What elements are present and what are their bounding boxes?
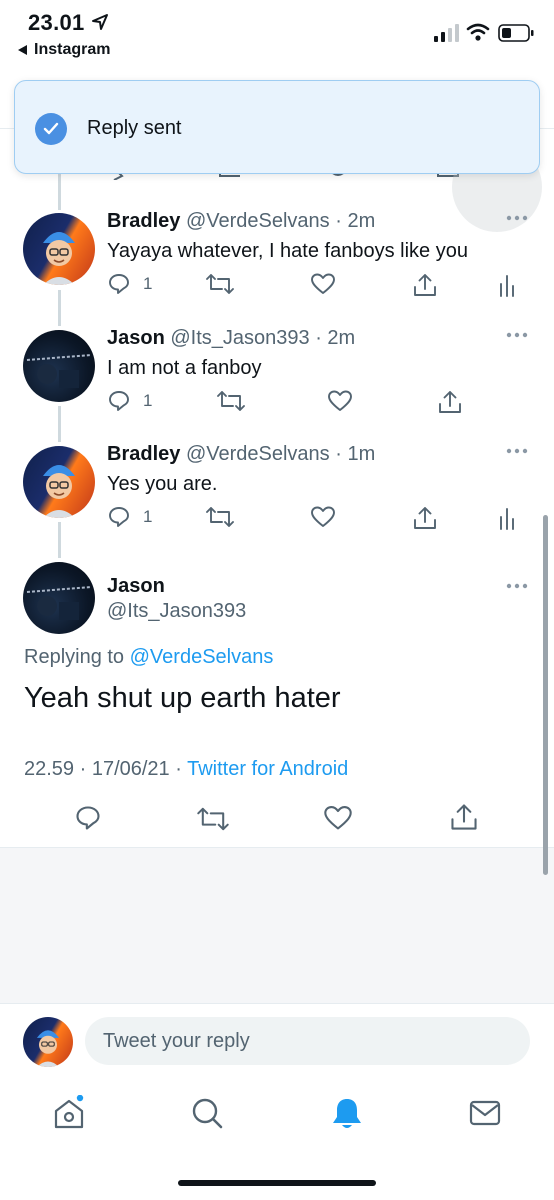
reply-button[interactable]: 1	[107, 389, 152, 413]
search-icon[interactable]	[190, 1095, 224, 1131]
toast-message: Reply sent	[87, 117, 182, 139]
tweet-time: · 1m	[335, 443, 376, 465]
replying-prefix: Replying to	[24, 646, 125, 668]
replying-to: Replying to @VerdeSelvans	[24, 646, 273, 669]
reply-count: 1	[143, 274, 153, 293]
tweet-header: Bradley @VerdeSelvans · 1m	[107, 443, 375, 466]
focused-display-name[interactable]: Jason	[107, 575, 165, 598]
thread-line	[58, 174, 61, 210]
cellular-signal-icon	[434, 24, 459, 42]
more-options-icon[interactable]	[505, 582, 529, 590]
tweet-text: Yes you are.	[107, 473, 218, 495]
display-name[interactable]: Bradley	[107, 210, 180, 232]
status-bar: 23.01 Instagram	[0, 0, 554, 70]
handle[interactable]: @VerdeSelvans	[186, 443, 330, 465]
tweet-text: Yayaya whatever, I hate fanboys like you	[107, 240, 468, 262]
tweet-actions: 1	[0, 272, 554, 302]
analytics-icon[interactable]	[498, 272, 518, 298]
messages-mail-icon[interactable]	[468, 1095, 502, 1131]
share-icon[interactable]	[412, 505, 438, 531]
home-icon[interactable]	[52, 1095, 86, 1131]
like-heart-icon[interactable]	[327, 389, 353, 413]
tweet-header: Jason @Its_Jason393 · 2m	[107, 327, 355, 350]
back-app-label: Instagram	[34, 41, 111, 58]
status-time: 23.01	[28, 10, 85, 35]
retweet-icon[interactable]	[205, 505, 235, 529]
tweet-metadata: 22.59 · 17/06/21 · Twitter for Android	[24, 758, 348, 781]
handle[interactable]: @VerdeSelvans	[186, 210, 330, 232]
reply-count: 1	[143, 391, 153, 410]
display-name[interactable]: Jason	[107, 327, 165, 349]
share-icon[interactable]	[437, 389, 463, 415]
focused-handle[interactable]: @Its_Jason393	[107, 600, 246, 623]
tweet-time: · 2m	[335, 210, 376, 232]
reply-button[interactable]: 1	[107, 272, 152, 296]
focused-avatar[interactable]	[23, 562, 95, 634]
more-options-icon[interactable]	[505, 214, 529, 222]
share-icon[interactable]	[412, 272, 438, 298]
like-heart-icon[interactable]	[310, 272, 336, 296]
focused-tweet-text: Yeah shut up earth hater	[24, 682, 341, 714]
share-icon[interactable]	[449, 802, 479, 832]
display-name[interactable]: Bradley	[107, 443, 180, 465]
tweet-actions: 1	[0, 389, 554, 419]
replying-to-link[interactable]: @VerdeSelvans	[130, 646, 274, 668]
like-heart-icon[interactable]	[310, 505, 336, 529]
like-heart-icon[interactable]	[323, 804, 353, 832]
tweet-time: · 2m	[315, 327, 356, 349]
retweet-icon[interactable]	[216, 389, 246, 413]
reply-count: 1	[143, 507, 153, 526]
reply-icon[interactable]	[74, 804, 102, 832]
memoji-avatar-image	[36, 1030, 60, 1067]
reply-icon	[109, 391, 129, 411]
tweet-timestamp: 22.59 · 17/06/21 ·	[24, 758, 182, 780]
reply-button[interactable]: 1	[107, 505, 152, 529]
battery-icon	[498, 24, 534, 42]
retweet-icon[interactable]	[196, 805, 230, 833]
analytics-icon[interactable]	[498, 505, 518, 531]
my-avatar[interactable]	[23, 1017, 73, 1067]
reply-sent-toast: Reply sent	[14, 80, 540, 174]
scrollbar[interactable]	[543, 515, 548, 875]
retweet-icon[interactable]	[205, 272, 235, 296]
back-to-app-link[interactable]: Instagram	[18, 41, 110, 59]
reply-icon	[109, 274, 129, 294]
empty-replies-area	[0, 848, 554, 1004]
notifications-bell-icon[interactable]	[330, 1095, 364, 1131]
jason-avatar-image	[26, 586, 92, 620]
home-indicator[interactable]	[178, 1180, 376, 1186]
focused-tweet-actions	[0, 800, 554, 836]
back-arrow-icon	[18, 45, 27, 55]
tweet-text: I am not a fanboy	[107, 357, 262, 379]
tweet-header: Bradley @VerdeSelvans · 2m	[107, 210, 375, 233]
check-icon	[35, 113, 67, 145]
reply-icon	[109, 507, 129, 527]
more-options-icon[interactable]	[505, 331, 529, 339]
location-arrow-icon	[92, 14, 108, 30]
wifi-icon	[466, 23, 490, 41]
more-options-icon[interactable]	[505, 447, 529, 455]
tweet-actions: 1	[0, 505, 554, 535]
handle[interactable]: @Its_Jason393	[170, 327, 309, 349]
tweet-reply-input[interactable]	[85, 1017, 530, 1065]
tweet-source-link[interactable]: Twitter for Android	[187, 758, 348, 780]
